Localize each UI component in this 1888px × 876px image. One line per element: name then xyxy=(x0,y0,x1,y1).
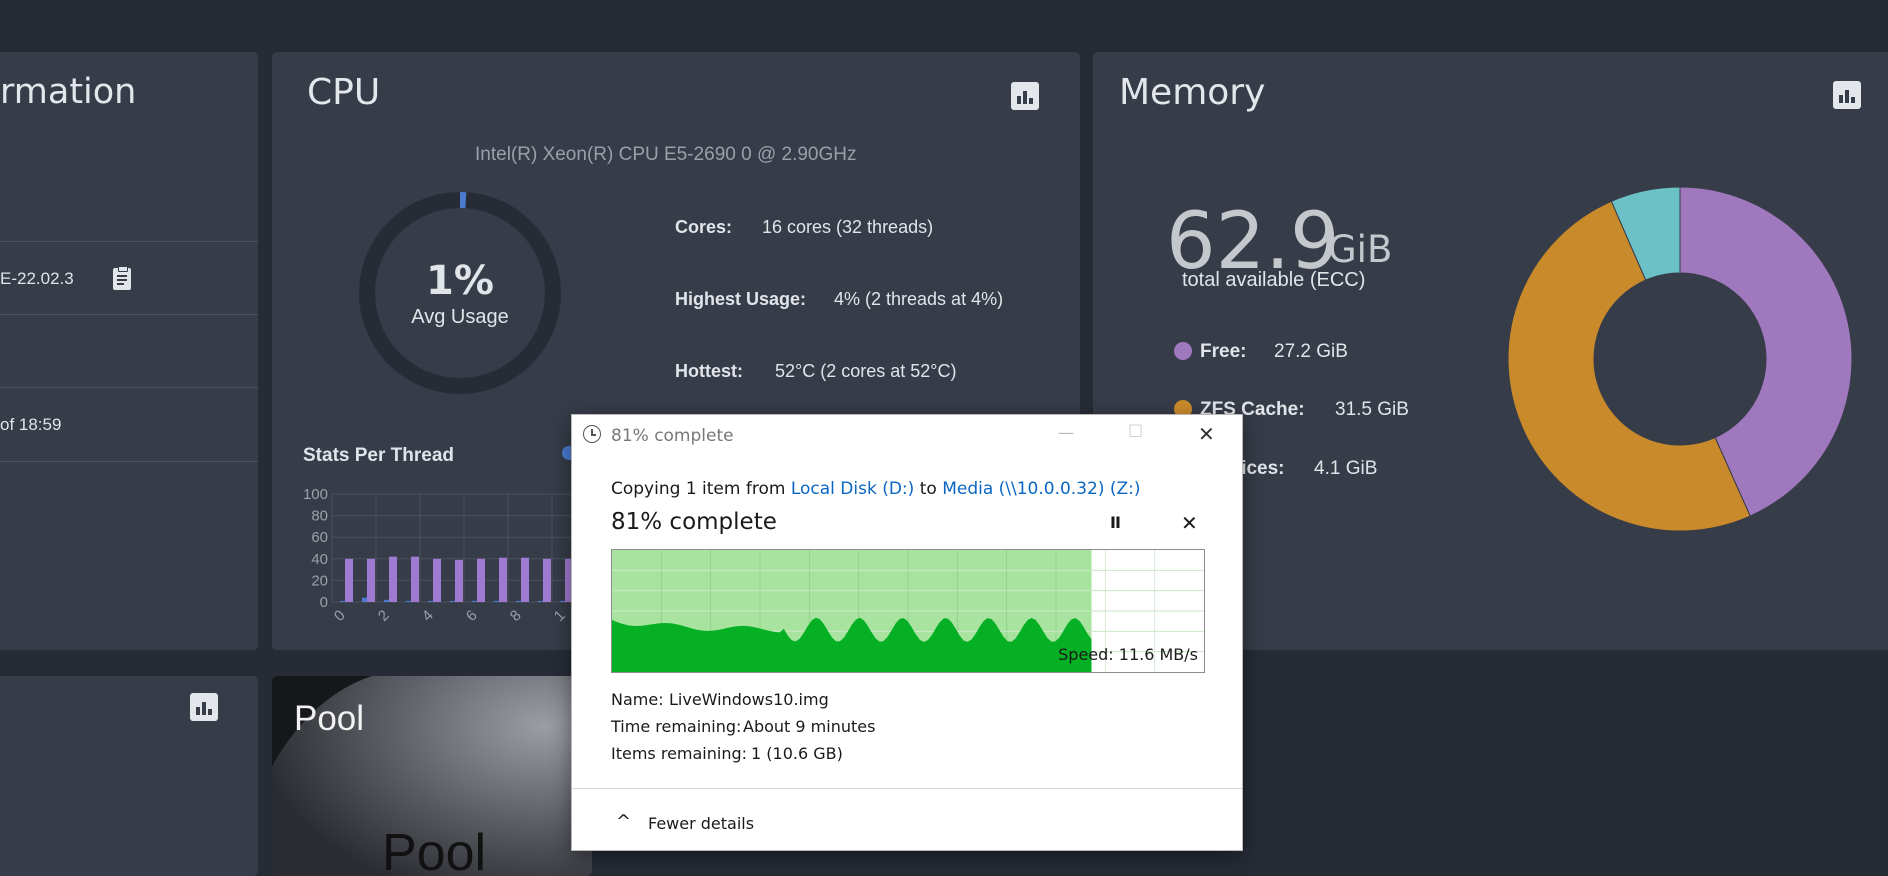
free-value: 27.2 GiB xyxy=(1274,341,1348,363)
memory-donut-chart xyxy=(1505,184,1855,534)
thread-bar xyxy=(560,601,565,602)
y-tick-label: 80 xyxy=(311,508,328,525)
system-info-title: rmation xyxy=(0,72,136,112)
free-legend-dot xyxy=(1174,342,1192,360)
time-remaining-label: Time remaining: xyxy=(611,717,741,736)
cpu-usage-value: 1% xyxy=(355,258,565,304)
copy-progress-dialog[interactable]: 81% complete — ☐ ✕ Copying 1 item from L… xyxy=(572,415,1242,850)
system-info-card: rmation E-22.02.3 of 18:59 xyxy=(0,52,258,650)
cancel-copy-button[interactable]: ✕ xyxy=(1181,511,1198,535)
uptime-text: of 18:59 xyxy=(0,415,61,435)
transfer-speed: Speed: 11.6 MB/s xyxy=(1058,645,1198,664)
clipboard-icon[interactable] xyxy=(113,268,131,290)
thread-bar xyxy=(362,598,367,602)
reports-icon[interactable] xyxy=(190,693,218,721)
items-remaining-label: Items remaining: xyxy=(611,744,747,763)
thread-bar xyxy=(499,558,507,602)
top-bar xyxy=(0,0,1888,50)
thread-bar xyxy=(516,601,521,602)
cpu-title: CPU xyxy=(307,72,380,113)
items-remaining-value: 1 (10.6 GB) xyxy=(751,744,843,763)
maximize-button[interactable]: ☐ xyxy=(1128,422,1143,442)
thread-bar xyxy=(345,559,353,602)
destination-link[interactable]: Media (\\10.0.0.32) (Z:) xyxy=(942,479,1140,499)
stats-per-thread-title: Stats Per Thread xyxy=(303,445,454,467)
clock-icon xyxy=(583,425,601,443)
minimize-button[interactable]: — xyxy=(1058,423,1074,442)
zfs-cache-value: 31.5 GiB xyxy=(1335,399,1409,421)
thread-chart: 0 20 40 60 80 100 0 2 4 6 8 1 xyxy=(292,482,592,642)
thread-bar xyxy=(543,559,551,602)
thread-bar xyxy=(406,601,411,602)
divider xyxy=(0,314,258,315)
cpu-usage-label: Avg Usage xyxy=(355,306,565,329)
y-tick-label: 0 xyxy=(320,594,328,611)
thread-bar xyxy=(455,560,463,602)
thread-bar xyxy=(538,601,543,602)
hottest-label: Hottest: xyxy=(675,361,743,382)
x-tick-label: 6 xyxy=(463,607,481,625)
thread-bar xyxy=(428,601,433,602)
window-title: 81% complete xyxy=(611,426,734,446)
divider xyxy=(0,461,258,462)
footer-divider xyxy=(572,788,1242,789)
cores-label: Cores: xyxy=(675,217,732,238)
transfer-speed-graph: Speed: 11.6 MB/s xyxy=(611,549,1205,673)
chevron-up-icon[interactable]: ^ xyxy=(616,811,631,832)
cpu-model: Intel(R) Xeon(R) CPU E5-2690 0 @ 2.90GHz xyxy=(475,144,857,166)
percent-complete: 81% complete xyxy=(611,509,777,535)
thread-bar xyxy=(367,559,375,602)
thread-bar xyxy=(521,558,529,602)
x-tick-label: 8 xyxy=(507,607,525,625)
highest-usage-value: 4% (2 threads at 4%) xyxy=(834,289,1003,310)
thread-bar xyxy=(433,559,441,602)
thread-bar xyxy=(472,601,477,602)
thread-bar xyxy=(384,600,389,602)
version-text: E-22.02.3 xyxy=(0,269,74,289)
cores-value: 16 cores (32 threads) xyxy=(762,217,933,238)
source-link[interactable]: Local Disk (D:) xyxy=(791,479,914,499)
x-tick-label: 2 xyxy=(375,607,393,625)
copy-prefix: Copying 1 item from xyxy=(611,479,785,499)
free-label: Free: xyxy=(1200,341,1246,363)
pool-card: Pool Pool xyxy=(272,676,592,876)
thread-bar xyxy=(411,557,419,602)
memory-total-label: total available (ECC) xyxy=(1182,269,1365,292)
y-tick-label: 40 xyxy=(311,551,328,568)
copy-description: Copying 1 item from Local Disk (D:) to M… xyxy=(611,479,1141,499)
thread-bar xyxy=(450,601,455,602)
thread-bar xyxy=(389,557,397,602)
hottest-value: 52°C (2 cores at 52°C) xyxy=(775,361,956,382)
to-word: to xyxy=(920,479,937,499)
divider xyxy=(0,241,258,242)
memory-reports-icon[interactable] xyxy=(1833,81,1861,109)
y-tick-label: 60 xyxy=(311,529,328,546)
x-tick-label: 1 xyxy=(551,607,569,625)
time-remaining-value: About 9 minutes xyxy=(743,717,875,736)
divider xyxy=(0,387,258,388)
memory-total-unit: GiB xyxy=(1328,228,1392,271)
thread-bar xyxy=(477,559,485,602)
close-window-button[interactable]: ✕ xyxy=(1198,422,1215,446)
pause-button[interactable]: II xyxy=(1110,513,1120,532)
bottom-left-card xyxy=(0,676,258,876)
x-tick-label: 4 xyxy=(419,607,437,625)
name-value: LiveWindows10.img xyxy=(669,690,829,709)
memory-title: Memory xyxy=(1119,72,1265,113)
cpu-reports-icon[interactable] xyxy=(1011,82,1039,110)
x-tick-label: 0 xyxy=(331,607,349,625)
y-tick-label: 20 xyxy=(311,572,328,589)
name-label: Name: xyxy=(611,690,664,709)
highest-usage-label: Highest Usage: xyxy=(675,289,806,310)
fewer-details-button[interactable]: Fewer details xyxy=(648,814,754,833)
thread-bar xyxy=(340,601,345,602)
y-tick-label: 100 xyxy=(303,486,328,503)
services-value: 4.1 GiB xyxy=(1314,458,1377,480)
pool-title: Pool xyxy=(294,699,364,739)
thread-bar xyxy=(494,601,499,602)
